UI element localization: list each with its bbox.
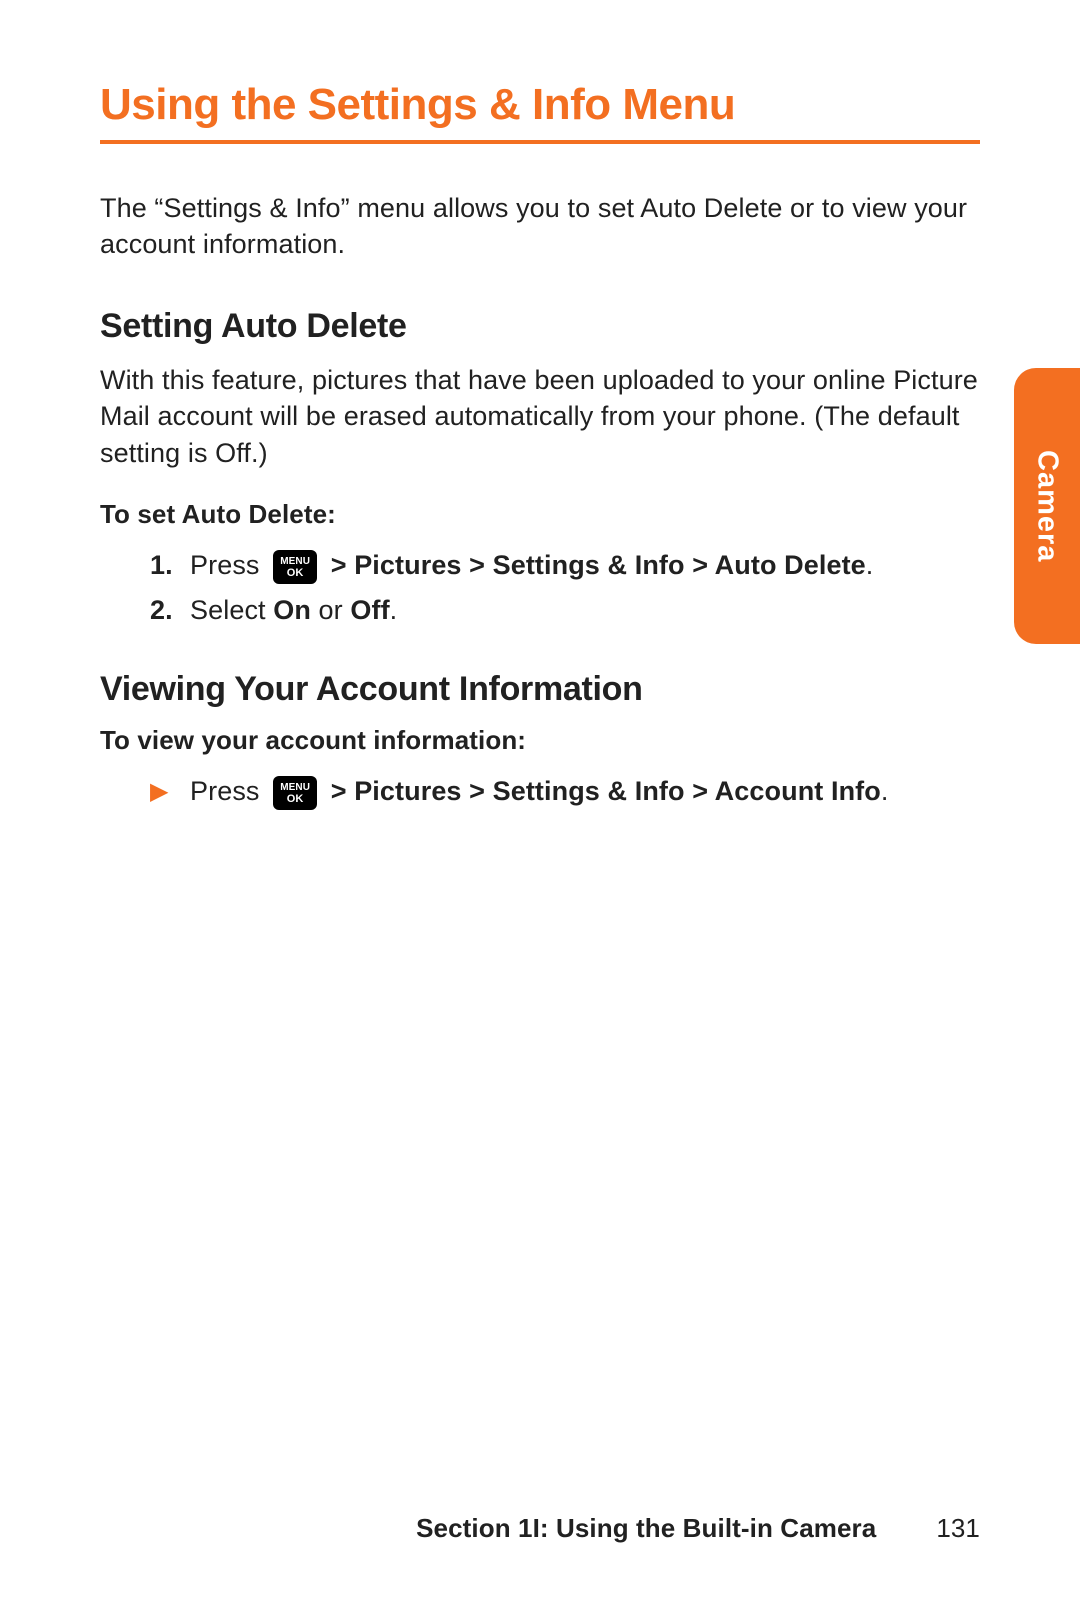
- auto-delete-label: To set Auto Delete:: [100, 499, 980, 530]
- page-title: Using the Settings & Info Menu: [100, 80, 980, 144]
- step-number: 1.: [150, 546, 190, 585]
- menu-ok-icon: MENUOK: [273, 776, 317, 810]
- auto-delete-steps: 1. Press MENUOK > Pictures > Settings & …: [100, 546, 980, 630]
- step-text: Press MENUOK > Pictures > Settings & Inf…: [190, 546, 873, 585]
- side-tab-camera: Camera: [1014, 368, 1080, 644]
- intro-paragraph: The “Settings & Info” menu allows you to…: [100, 190, 980, 263]
- account-info-steps: ▶ Press MENUOK > Pictures > Settings & I…: [100, 772, 980, 811]
- account-info-label: To view your account information:: [100, 725, 980, 756]
- auto-delete-description: With this feature, pictures that have be…: [100, 362, 980, 471]
- manual-page: Using the Settings & Info Menu The “Sett…: [0, 0, 1080, 812]
- step-number: 2.: [150, 591, 190, 630]
- step-text: Press MENUOK > Pictures > Settings & Inf…: [190, 772, 888, 811]
- heading-account-info: Viewing Your Account Information: [100, 670, 980, 709]
- page-footer: Section 1I: Using the Built-in Camera 13…: [100, 1513, 980, 1544]
- menu-ok-icon: MENUOK: [273, 550, 317, 584]
- step-bullet: ▶ Press MENUOK > Pictures > Settings & I…: [150, 772, 980, 811]
- step-1: 1. Press MENUOK > Pictures > Settings & …: [150, 546, 980, 585]
- heading-auto-delete: Setting Auto Delete: [100, 307, 980, 346]
- step-text: Select On or Off.: [190, 591, 397, 630]
- footer-section: Section 1I: Using the Built-in Camera: [416, 1513, 876, 1544]
- triangle-bullet-icon: ▶: [150, 775, 190, 810]
- footer-page-number: 131: [936, 1513, 980, 1544]
- step-2: 2. Select On or Off.: [150, 591, 980, 630]
